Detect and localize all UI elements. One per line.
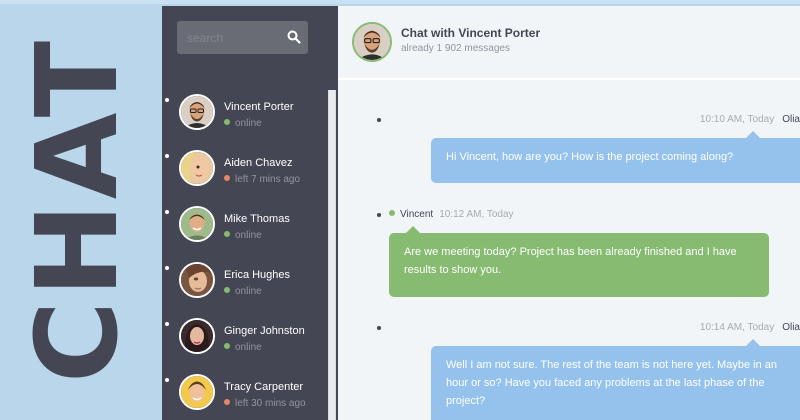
message-meta: 10:14 AM, Today Olia [700, 322, 800, 333]
brand-word: CHAT [13, 36, 143, 384]
message-meta: Vincent 10:12 AM, Today [389, 209, 514, 220]
search-icon[interactable] [287, 30, 301, 44]
contact-status-text: online [235, 230, 262, 241]
online-dot [224, 287, 230, 293]
list-bullet [165, 322, 169, 326]
contact-status: online [224, 342, 262, 353]
contact-item[interactable]: Vincent Porter online [162, 86, 338, 142]
contact-status: left 7 mins ago [224, 174, 300, 185]
online-dot [224, 119, 230, 125]
list-bullet [165, 154, 169, 158]
away-dot [224, 399, 230, 405]
message-bubble-outgoing: Well I am not sure. The rest of the team… [431, 346, 800, 420]
online-dot [224, 343, 230, 349]
bubble-arrow [746, 339, 760, 346]
contact-status-text: left 30 mins ago [235, 398, 306, 409]
chat-panel: Chat with Vincent Porter already 1 902 m… [338, 6, 800, 420]
message-author: Olia [782, 114, 800, 125]
contact-name: Tracy Carpenter [224, 381, 304, 393]
list-bullet [165, 266, 169, 270]
chat-message-count: already 1 902 messages [401, 43, 510, 54]
avatar [179, 150, 215, 186]
contact-status-text: online [235, 342, 262, 353]
contact-item[interactable]: Ginger Johnston online [162, 310, 338, 366]
avatar [179, 374, 215, 410]
contact-status: online [224, 286, 262, 297]
avatar [179, 262, 215, 298]
message-time: 10:14 AM, Today [699, 322, 775, 333]
contact-name: Vincent Porter [224, 101, 294, 113]
bubble-arrow [406, 226, 420, 233]
contact-item[interactable]: Aiden Chavez left 7 mins ago [162, 142, 338, 198]
scrollbar[interactable] [328, 90, 336, 420]
online-dot [224, 231, 230, 237]
list-bullet [165, 98, 169, 102]
contact-name: Mike Thomas [224, 213, 290, 225]
contact-item[interactable]: Erica Hughes online [162, 254, 338, 310]
avatar [179, 94, 215, 130]
search-input[interactable] [185, 28, 284, 48]
contact-status-text: online [235, 118, 262, 129]
avatar [352, 22, 392, 62]
contact-name: Erica Hughes [224, 269, 291, 281]
message-bubble-incoming: Are we meeting today? Project has been a… [389, 233, 769, 297]
list-bullet [165, 378, 169, 382]
contact-status-text: online [235, 286, 262, 297]
contact-status-text: left 7 mins ago [235, 174, 301, 185]
message-meta: 10:10 AM, Today Olia [700, 114, 800, 125]
chat-header: Chat with Vincent Porter already 1 902 m… [338, 6, 800, 80]
chat-title: Chat with Vincent Porter [401, 26, 541, 40]
avatar [179, 206, 215, 242]
message-author: Olia [782, 322, 800, 333]
list-bullet [165, 210, 169, 214]
message-bubble-outgoing: Hi Vincent, how are you? How is the proj… [431, 138, 800, 183]
people-sidebar: Vincent Porter online Aiden Chavez left … [162, 6, 338, 420]
contact-item[interactable]: Tracy Carpenter left 30 mins ago [162, 366, 338, 420]
avatar [179, 318, 215, 354]
message-author: Vincent [400, 209, 434, 220]
away-dot [224, 175, 230, 181]
list-bullet [377, 326, 381, 330]
scrollbar-thumb[interactable] [329, 90, 335, 420]
contact-list: Vincent Porter online Aiden Chavez left … [162, 86, 338, 420]
list-bullet [377, 213, 381, 217]
contact-status: online [224, 118, 262, 129]
contact-name: Ginger Johnston [224, 325, 305, 337]
list-bullet [377, 118, 381, 122]
search-box[interactable] [177, 21, 308, 54]
contact-status: left 30 mins ago [224, 398, 306, 409]
contact-status: online [224, 230, 262, 241]
online-dot [389, 210, 395, 216]
top-strip [0, 0, 800, 4]
bubble-arrow [746, 131, 760, 138]
contact-name: Aiden Chavez [224, 157, 293, 169]
contact-item[interactable]: Mike Thomas online [162, 198, 338, 254]
message-time: 10:12 AM, Today [439, 209, 514, 220]
message-time: 10:10 AM, Today [699, 114, 775, 125]
